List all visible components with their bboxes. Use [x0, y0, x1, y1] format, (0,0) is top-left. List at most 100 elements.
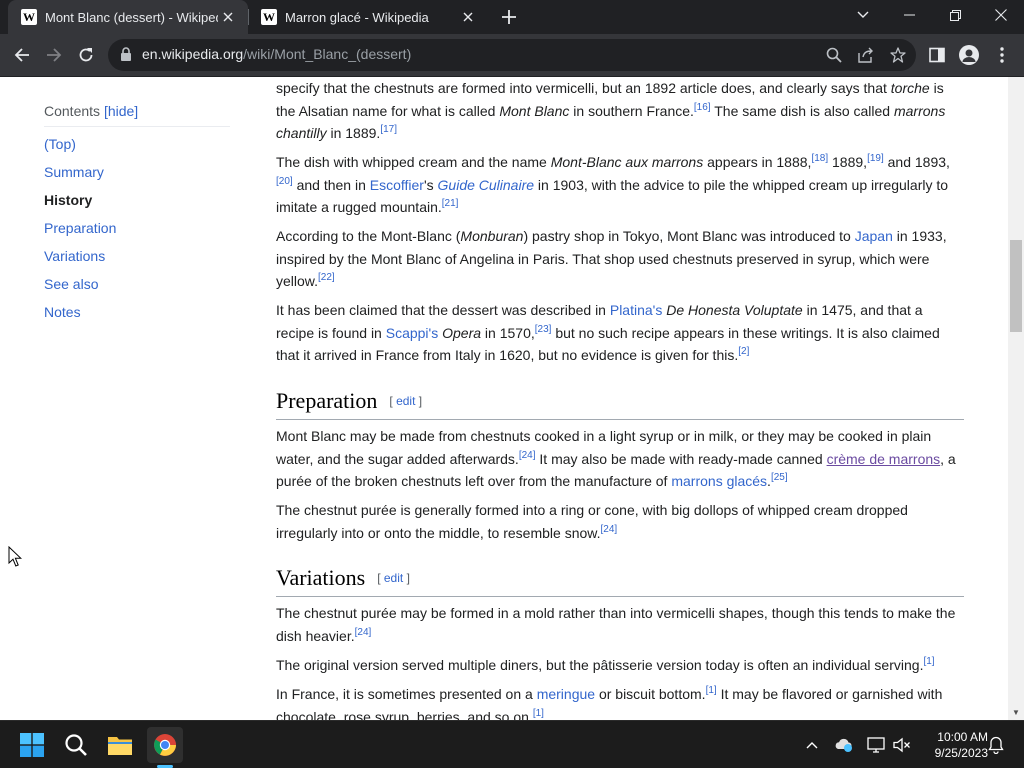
back-arrow-icon — [14, 48, 29, 62]
citation-ref[interactable]: [16] — [694, 102, 711, 113]
link-scappi[interactable]: Scappi's — [386, 325, 438, 341]
tab-mont-blanc[interactable]: W Mont Blanc (dessert) - Wikipedia — [8, 0, 248, 34]
close-window-button[interactable] — [978, 0, 1024, 30]
tab-marron-glace[interactable]: W Marron glacé - Wikipedia — [248, 0, 488, 34]
link-platina[interactable]: Platina's — [610, 302, 662, 318]
windows-start-icon — [20, 733, 44, 757]
profile-button[interactable] — [955, 41, 983, 69]
link-escoffier[interactable]: Escoffier — [370, 177, 424, 193]
side-panel-button[interactable] — [923, 41, 951, 69]
citation-ref[interactable]: [24] — [601, 524, 618, 535]
italic-term: Mont Blanc — [499, 102, 570, 119]
bookmark-star-icon[interactable] — [888, 45, 908, 65]
citation-ref[interactable]: [2] — [738, 346, 749, 357]
toc-item-notes[interactable]: Notes — [44, 302, 234, 330]
link-marrons-glaces[interactable]: marrons glacés — [671, 473, 767, 489]
citation-ref[interactable]: [25] — [771, 472, 788, 483]
toc-hide-link[interactable]: [hide] — [104, 103, 138, 119]
citation-ref[interactable]: [1] — [533, 708, 544, 719]
minimize-button[interactable] — [886, 0, 932, 30]
text: and then in — [292, 176, 370, 193]
page-scrollbar[interactable]: ▼ — [1008, 77, 1024, 720]
network-tray-icon[interactable] — [866, 735, 886, 755]
zoom-search-icon[interactable] — [824, 45, 844, 65]
close-tab-icon[interactable] — [218, 7, 238, 27]
back-button[interactable] — [8, 41, 36, 69]
clock-date: 9/25/2023 — [934, 746, 988, 760]
citation-ref[interactable]: [19] — [867, 153, 884, 164]
link-creme-de-marrons[interactable]: crème de marrons — [827, 451, 941, 467]
toc-item-variations[interactable]: Variations — [44, 246, 234, 274]
tab-strip: W Mont Blanc (dessert) - Wikipedia W Mar… — [0, 0, 1024, 34]
taskbar-search-button[interactable] — [58, 727, 94, 763]
close-tab-icon[interactable] — [458, 7, 478, 27]
file-explorer-button[interactable] — [102, 727, 138, 763]
citation-ref[interactable]: [1] — [706, 685, 717, 696]
web-page: Contents [hide] (Top) Summary History Pr… — [0, 77, 1024, 720]
address-bar[interactable]: en.wikipedia.org/wiki/Mont_Blanc_(desser… — [108, 39, 916, 71]
link-japan[interactable]: Japan — [855, 228, 893, 244]
citation-ref[interactable]: [23] — [535, 324, 552, 335]
italic-term: torche — [890, 80, 930, 96]
citation-ref[interactable]: [22] — [318, 272, 335, 283]
heading-preparation: Preparation [ edit ] — [276, 386, 964, 420]
new-tab-button[interactable] — [498, 6, 520, 28]
link-meringue[interactable]: meringue — [537, 686, 595, 702]
link-guide-culinaire[interactable]: Guide Culinaire — [438, 177, 535, 193]
chevron-up-icon — [806, 742, 818, 749]
onedrive-tray-icon[interactable] — [834, 735, 854, 755]
citation-ref[interactable]: [17] — [380, 124, 397, 135]
toc-item-summary[interactable]: Summary — [44, 162, 234, 190]
italic-term: Mont-Blanc aux marrons — [550, 154, 704, 170]
restore-button[interactable] — [932, 0, 978, 30]
citation-ref[interactable]: [24] — [519, 450, 536, 461]
url-host: en.wikipedia.org — [142, 46, 244, 62]
show-hidden-icons-button[interactable] — [802, 735, 822, 755]
history-paragraph-2: The dish with whipped cream and the name… — [276, 151, 964, 219]
volume-tray-icon[interactable] — [892, 735, 912, 755]
toc-item-history[interactable]: History — [44, 190, 234, 218]
edit-link[interactable]: edit — [384, 571, 403, 585]
notifications-button[interactable] — [986, 735, 1006, 755]
citation-ref[interactable]: [1] — [923, 656, 934, 667]
tab-search-button[interactable] — [840, 0, 886, 30]
scroll-down-arrow-icon[interactable]: ▼ — [1012, 708, 1020, 717]
text: The original version served multiple din… — [276, 657, 924, 673]
tab-title: Marron glacé - Wikipedia — [285, 9, 429, 25]
wikipedia-favicon-icon: W — [261, 9, 277, 25]
chevron-down-icon — [857, 11, 869, 18]
lock-icon[interactable] — [120, 47, 132, 61]
forward-button[interactable] — [40, 41, 68, 69]
toc-item-top[interactable]: (Top) — [44, 134, 234, 162]
variations-paragraph-2: The original version served multiple din… — [276, 654, 964, 677]
citation-ref[interactable]: [24] — [355, 627, 372, 638]
menu-button[interactable] — [988, 41, 1016, 69]
system-clock[interactable]: 10:00 AM 9/25/2023 — [918, 729, 988, 761]
avatar — [959, 45, 979, 65]
person-icon — [962, 49, 976, 62]
text: 1889, — [828, 154, 868, 170]
toc-title: Contents — [44, 103, 101, 119]
citation-ref[interactable]: [18] — [811, 153, 828, 164]
text: in 1889. — [326, 125, 381, 141]
text: In France, it is sometimes presented on … — [276, 686, 537, 702]
chrome-taskbar-button[interactable] — [147, 727, 183, 763]
reload-button[interactable] — [72, 41, 100, 69]
forward-arrow-icon — [47, 48, 62, 62]
text: It may also be made with ready-made cann… — [535, 450, 827, 467]
text: or biscuit bottom. — [595, 686, 706, 702]
section-title: Variations — [276, 565, 366, 590]
italic-term: De Honesta Voluptate — [666, 302, 803, 318]
citation-ref[interactable]: [20] — [276, 176, 293, 187]
text: The chestnut purée may be formed in a mo… — [276, 605, 956, 644]
text: appears in 1888, — [703, 154, 812, 170]
toc-item-see-also[interactable]: See also — [44, 274, 234, 302]
toc-item-preparation[interactable]: Preparation — [44, 218, 234, 246]
citation-ref[interactable]: [21] — [442, 198, 459, 209]
share-icon[interactable] — [856, 45, 876, 65]
url-text[interactable]: en.wikipedia.org/wiki/Mont_Blanc_(desser… — [142, 46, 411, 62]
start-button[interactable] — [14, 727, 50, 763]
scrollbar-thumb[interactable] — [1010, 240, 1022, 332]
heading-variations: Variations [ edit ] — [276, 563, 964, 597]
edit-link[interactable]: edit — [396, 394, 415, 408]
